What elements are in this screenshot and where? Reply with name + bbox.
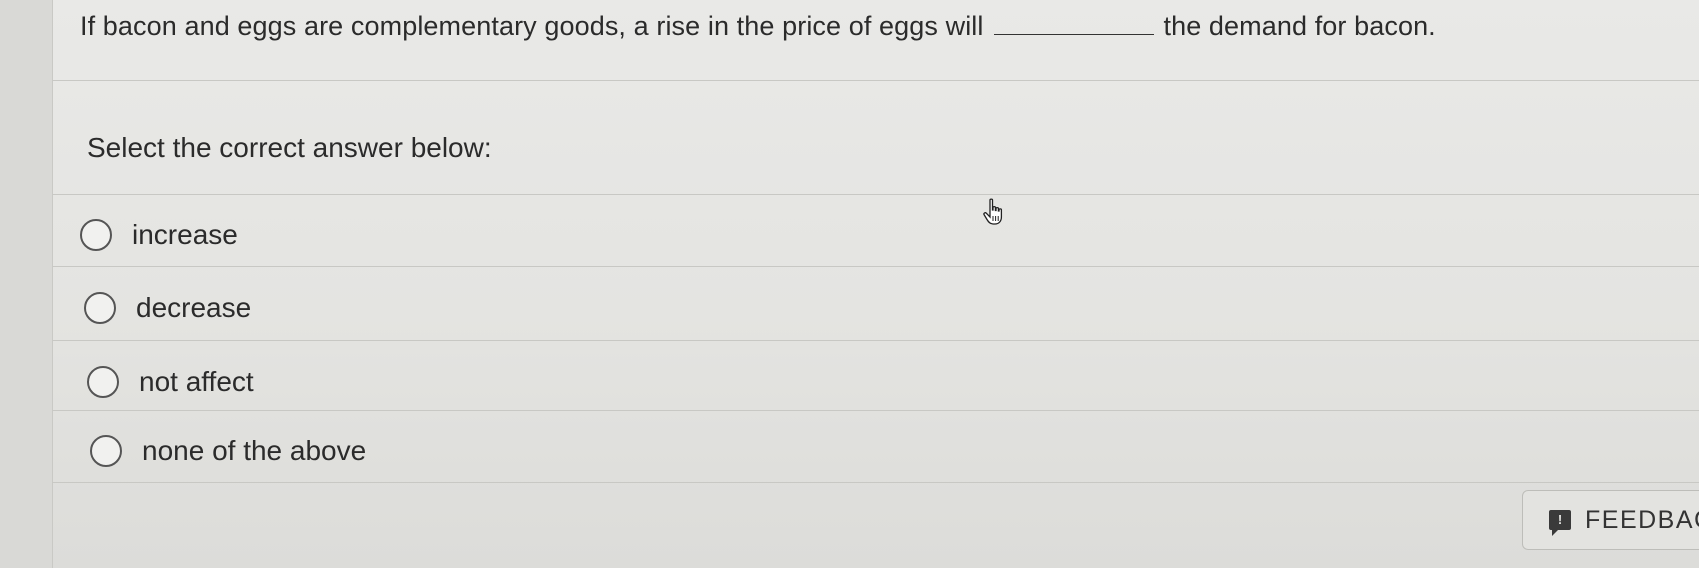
hand-pointer-icon	[983, 198, 1003, 225]
divider	[52, 266, 1699, 267]
option-increase[interactable]: increase	[80, 219, 238, 251]
divider	[52, 80, 1699, 81]
feedback-icon: !	[1549, 510, 1571, 536]
feedback-label: FEEDBAC	[1585, 505, 1699, 534]
radio-button[interactable]	[87, 366, 119, 398]
divider	[52, 194, 1699, 195]
radio-button[interactable]	[80, 219, 112, 251]
option-label: not affect	[139, 366, 254, 397]
option-label: increase	[132, 219, 238, 250]
divider	[52, 410, 1699, 411]
divider	[52, 340, 1699, 341]
question-text: If bacon and eggs are complementary good…	[80, 10, 1436, 42]
answer-prompt: Select the correct answer below:	[87, 132, 492, 163]
option-label: decrease	[136, 292, 252, 323]
option-none-of-the-above[interactable]: none of the above	[90, 435, 366, 467]
answer-blank	[993, 10, 1154, 35]
feedback-button[interactable]: ! FEEDBAC	[1522, 490, 1699, 550]
question-after-blank: the demand for bacon.	[1163, 11, 1436, 41]
question-before-blank: If bacon and eggs are complementary good…	[80, 11, 984, 41]
option-label: none of the above	[142, 435, 367, 466]
option-decrease[interactable]: decrease	[84, 292, 251, 324]
divider	[52, 482, 1699, 483]
radio-button[interactable]	[84, 292, 116, 324]
radio-button[interactable]	[90, 435, 122, 467]
option-not-affect[interactable]: not affect	[87, 366, 254, 398]
